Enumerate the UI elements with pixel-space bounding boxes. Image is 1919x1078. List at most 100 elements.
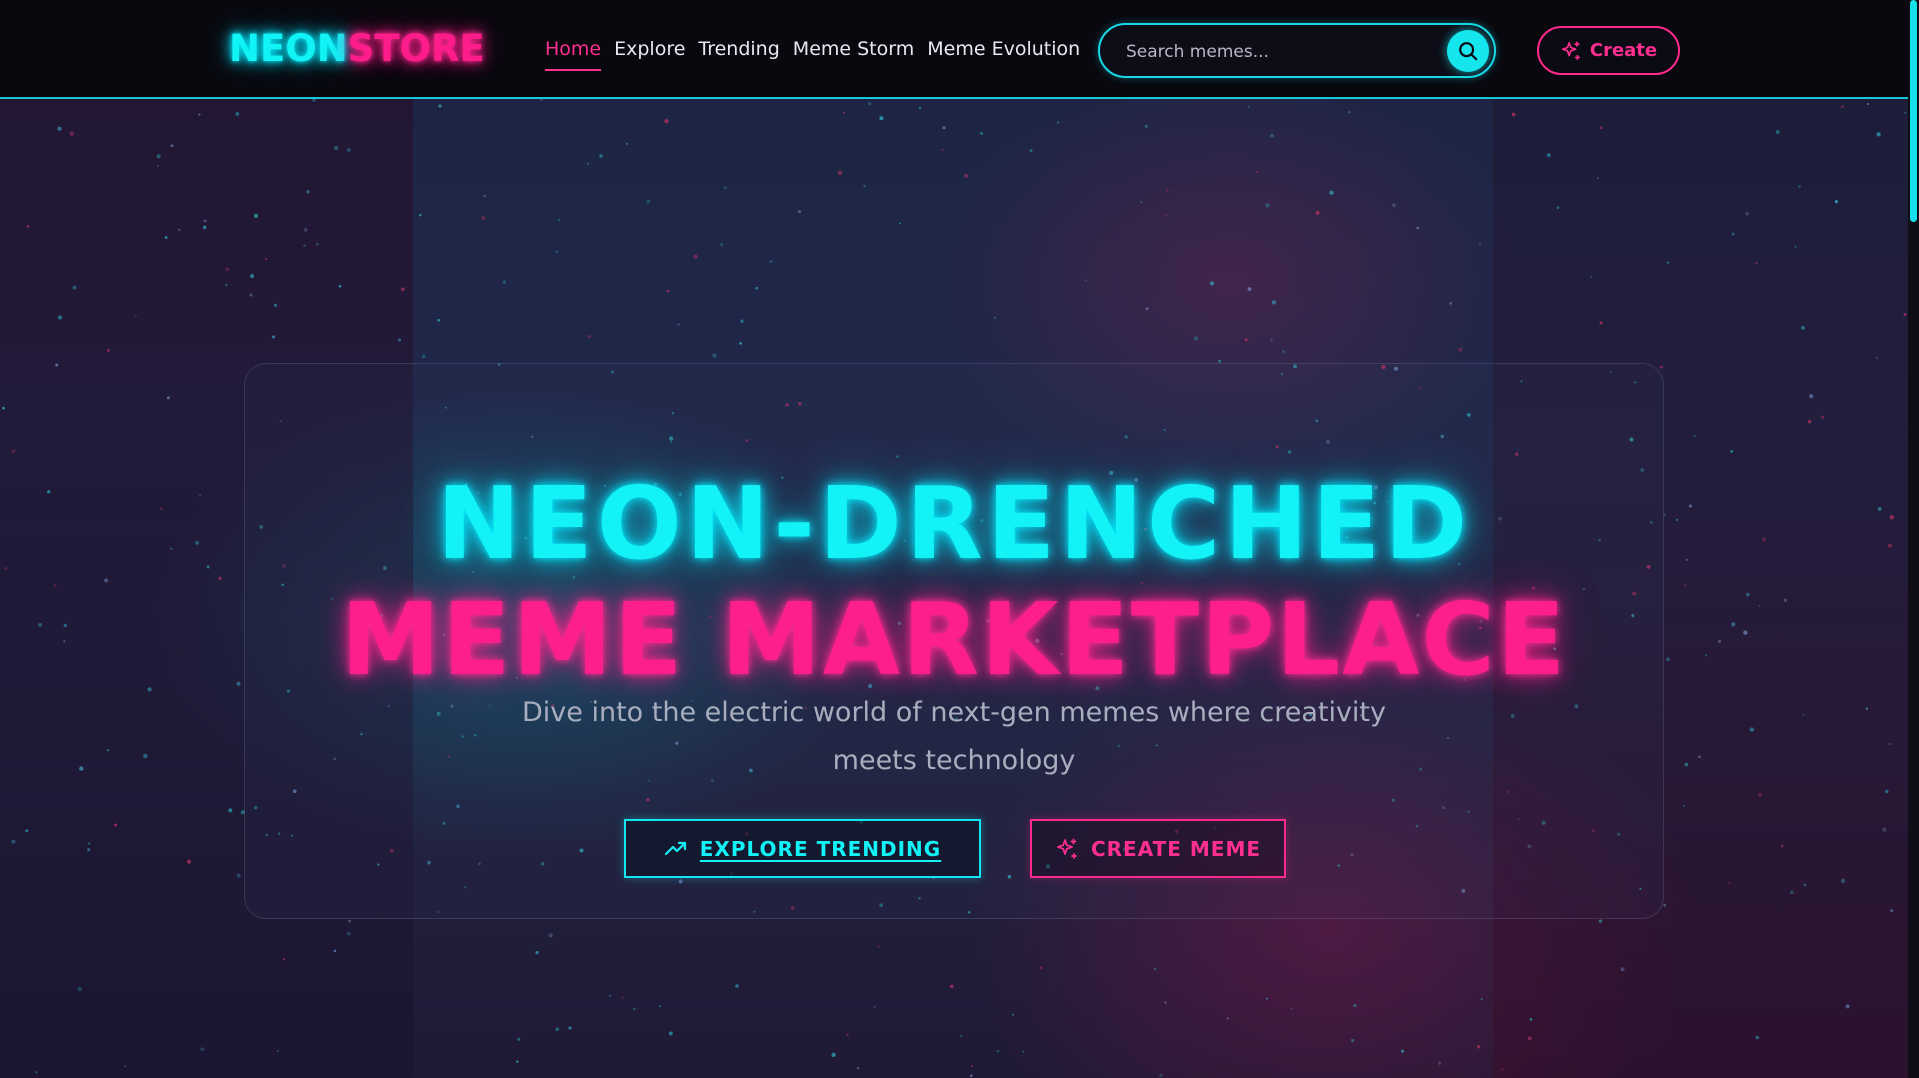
star-dot bbox=[156, 154, 161, 159]
search-input[interactable] bbox=[1124, 37, 1428, 67]
star-dot bbox=[1226, 1017, 1229, 1020]
star-dot bbox=[964, 173, 969, 178]
star-dot bbox=[1834, 200, 1838, 204]
star-dot bbox=[203, 219, 207, 223]
star-dot bbox=[398, 338, 402, 342]
nav-link-explore[interactable]: Explore bbox=[614, 36, 685, 71]
star-dot bbox=[57, 315, 62, 320]
star-dot bbox=[271, 335, 276, 339]
star-dot bbox=[950, 984, 954, 989]
star-dot bbox=[1599, 321, 1603, 325]
star-dot bbox=[250, 274, 255, 279]
star-dot bbox=[516, 1060, 519, 1063]
star-dot bbox=[2, 406, 5, 410]
scrollbar-thumb[interactable] bbox=[1910, 0, 1917, 222]
star-dot bbox=[11, 839, 16, 844]
top-navigation-bar: NEONSTORE Home Explore Trending Meme Sto… bbox=[0, 0, 1908, 99]
star-dot bbox=[1866, 102, 1870, 106]
create-meme-button[interactable]: CREATE MEME bbox=[1030, 819, 1286, 878]
nav-link-meme-storm[interactable]: Meme Storm bbox=[793, 36, 914, 71]
star-dot bbox=[1165, 188, 1169, 192]
nav-link-trending[interactable]: Trending bbox=[698, 36, 779, 71]
star-dot bbox=[1270, 339, 1273, 342]
star-dot bbox=[1758, 792, 1763, 797]
hero-title-line2: MEME MARKETPLACE bbox=[340, 581, 1568, 698]
search-button[interactable] bbox=[1447, 30, 1489, 72]
star-dot bbox=[873, 1005, 876, 1008]
star-dot bbox=[769, 260, 773, 264]
nav-link-meme-evolution[interactable]: Meme Evolution bbox=[927, 36, 1080, 71]
star-dot bbox=[114, 823, 118, 827]
star-dot bbox=[72, 285, 77, 290]
star-dot bbox=[1271, 300, 1277, 305]
star-dot bbox=[1730, 450, 1734, 453]
star-dot bbox=[69, 131, 74, 136]
star-dot bbox=[1012, 1013, 1014, 1016]
star-dot bbox=[303, 227, 308, 232]
star-dot bbox=[170, 144, 174, 148]
star-dot bbox=[1029, 149, 1033, 152]
star-dot bbox=[621, 996, 624, 999]
star-dot bbox=[837, 170, 843, 176]
star-dot bbox=[87, 842, 91, 845]
star-dot bbox=[1546, 153, 1551, 157]
star-dot bbox=[348, 919, 351, 923]
star-dot bbox=[942, 126, 946, 130]
star-dot bbox=[1745, 211, 1750, 216]
star-dot bbox=[608, 994, 612, 997]
star-dot bbox=[502, 280, 507, 284]
create-button[interactable]: Create bbox=[1537, 26, 1680, 75]
search-box bbox=[1098, 23, 1496, 78]
star-dot bbox=[980, 131, 984, 135]
star-dot bbox=[996, 1049, 1000, 1053]
star-dot bbox=[35, 1071, 38, 1074]
brand-logo[interactable]: NEONSTORE bbox=[229, 26, 485, 72]
star-dot bbox=[879, 116, 884, 121]
star-dot bbox=[548, 933, 553, 938]
star-dot bbox=[723, 186, 727, 190]
star-dot bbox=[481, 216, 486, 221]
star-dot bbox=[1845, 1004, 1850, 1009]
star-dot bbox=[1164, 214, 1168, 217]
star-dot bbox=[124, 1065, 127, 1068]
star-dot bbox=[228, 808, 233, 813]
star-dot bbox=[134, 315, 137, 318]
star-dot bbox=[720, 243, 724, 246]
star-dot bbox=[1755, 1035, 1760, 1040]
star-dot bbox=[1903, 312, 1907, 316]
star-dot bbox=[235, 111, 240, 116]
star-dot bbox=[555, 1027, 560, 1032]
sparkles-icon bbox=[1057, 838, 1077, 859]
star-dot bbox=[303, 244, 306, 247]
star-dot bbox=[282, 958, 285, 961]
hero-subtitle-line2: meets technology bbox=[832, 745, 1076, 776]
search-icon bbox=[1459, 42, 1478, 61]
star-dot bbox=[156, 164, 160, 168]
star-dot bbox=[77, 986, 82, 992]
star-dot bbox=[276, 1049, 279, 1053]
star-dot bbox=[898, 222, 901, 225]
star-dot bbox=[568, 1026, 572, 1030]
star-dot bbox=[586, 162, 589, 165]
star-dot bbox=[421, 354, 426, 359]
star-dot bbox=[1882, 827, 1887, 832]
star-dot bbox=[1164, 1001, 1167, 1004]
star-dot bbox=[1244, 338, 1248, 342]
star-dot bbox=[1794, 245, 1797, 248]
star-dot bbox=[1476, 1045, 1481, 1049]
star-dot bbox=[166, 396, 170, 400]
star-dot bbox=[1798, 185, 1801, 188]
star-dot bbox=[626, 142, 629, 145]
star-dot bbox=[755, 286, 759, 290]
star-dot bbox=[306, 190, 310, 194]
star-dot bbox=[517, 1037, 521, 1041]
star-dot bbox=[1590, 275, 1593, 278]
star-dot bbox=[664, 118, 669, 124]
star-dot bbox=[55, 363, 59, 367]
star-dot bbox=[273, 303, 278, 307]
explore-trending-button[interactable]: EXPLORE TRENDING bbox=[624, 819, 981, 878]
star-dot bbox=[1775, 130, 1780, 134]
star-dot bbox=[1875, 357, 1878, 360]
nav-link-home[interactable]: Home bbox=[545, 36, 602, 71]
star-dot bbox=[1247, 105, 1250, 108]
